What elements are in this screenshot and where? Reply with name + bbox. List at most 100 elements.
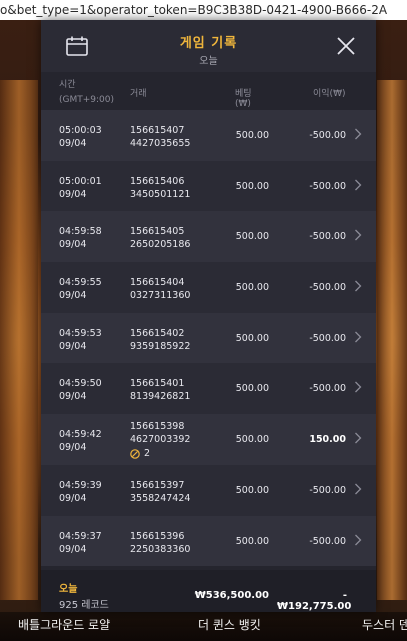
row-date-value: 09/04: [59, 442, 87, 454]
game-history-panel: 게임 기록 오늘 시간 (GMT+9:00) 거래 베팅(₩) 이익(₩) 05…: [41, 20, 376, 612]
table-row[interactable]: 04:59:42 09/04 156615398 4627003392 2 500.00 1…: [41, 414, 376, 465]
row-time-value: 04:59:50: [59, 378, 102, 390]
row-transaction: 156615405 2650205186: [130, 225, 190, 251]
game-title-right[interactable]: 두스터 덴: [362, 616, 407, 633]
row-transaction: 156615402 9359185922: [130, 327, 190, 353]
chevron-right-icon[interactable]: [354, 330, 362, 344]
row-profit: -500.00: [309, 383, 346, 395]
lobby-pillar-left: [0, 80, 38, 600]
table-header: 시간 (GMT+9:00) 거래 베팅(₩) 이익(₩): [41, 72, 376, 111]
row-transaction-id: 156615397: [130, 479, 185, 491]
chevron-right-icon[interactable]: [354, 533, 362, 547]
chevron-right-icon[interactable]: [354, 279, 362, 293]
row-round-id: 2250383360: [130, 543, 191, 555]
game-title-center[interactable]: 더 퀸스 뱅킷: [198, 616, 261, 633]
table-row[interactable]: 05:00:01 09/04 156615406 3450501121 500.00 -5…: [41, 160, 376, 212]
column-timezone-label: (GMT+9:00): [59, 95, 115, 105]
chevron-right-icon[interactable]: [354, 228, 362, 242]
row-round-id: 2650205186: [130, 239, 191, 251]
row-time: 04:59:53 09/04: [59, 327, 102, 353]
page-title: 게임 기록: [179, 36, 238, 51]
table-row[interactable]: 05:00:03 09/04 156615407 4427035655 500.00 -5…: [41, 110, 376, 161]
chevron-right-icon[interactable]: [354, 482, 362, 496]
table-row[interactable]: 04:59:55 09/04 156615404 0327311360 500.00 -5…: [41, 262, 376, 313]
total-profit: -₩192,775.00: [277, 590, 352, 612]
summary-period-label: 오늘: [59, 584, 78, 595]
table-row[interactable]: 04:59:53 09/04 156615402 9359185922 500.00 -5…: [41, 312, 376, 364]
chevron-right-icon[interactable]: [354, 127, 362, 141]
close-icon[interactable]: [335, 35, 357, 57]
row-time: 04:59:58 09/04: [59, 225, 102, 251]
row-round-id: 4627003392: [130, 434, 191, 446]
row-transaction-id: 156615404: [130, 277, 185, 289]
total-bet: ₩536,500.00: [194, 590, 269, 601]
row-profit: -500.00: [309, 130, 346, 141]
row-time: 04:59:50 09/04: [59, 377, 102, 403]
column-bet: 베팅(₩): [235, 89, 252, 109]
row-transaction: 156615406 3450501121: [130, 175, 190, 201]
column-time-label: 시간: [59, 80, 76, 90]
row-bet: 500.00: [235, 130, 269, 141]
row-transaction: 156615397 3558247424: [130, 479, 190, 505]
date-filter-label: 오늘: [199, 56, 218, 67]
row-time: 05:00:01 09/04: [59, 175, 102, 201]
row-transaction: 156615404 0327311360: [130, 276, 190, 302]
row-time: 04:59:39 09/04: [59, 479, 102, 505]
row-date-value: 09/04: [59, 391, 87, 403]
table-row[interactable]: 04:59:37 09/04 156615396 2250383360 500.00 -5…: [41, 515, 376, 567]
column-transaction: 거래: [130, 89, 147, 99]
free-spin-badge: 2: [130, 447, 190, 460]
row-time-value: 04:59:55: [59, 277, 102, 289]
row-date-value: 09/04: [59, 239, 87, 251]
row-date-value: 09/04: [59, 340, 87, 352]
free-spin-count: 2: [144, 448, 151, 460]
row-bet: 500.00: [235, 484, 269, 496]
row-transaction: 156615398 4627003392 2: [130, 420, 190, 460]
row-profit: -500.00: [309, 180, 346, 192]
row-profit: -500.00: [309, 332, 346, 344]
chevron-right-icon[interactable]: [354, 178, 362, 192]
table-row[interactable]: 04:59:39 09/04 156615397 3558247424 500.00 -5…: [41, 464, 376, 516]
row-profit: -500.00: [309, 282, 346, 294]
row-transaction-id: 156615401: [130, 378, 185, 390]
row-bet: 500.00: [235, 383, 269, 395]
row-transaction: 156615407 4427035655: [130, 124, 190, 150]
record-count: 925 레코드: [59, 600, 109, 611]
row-transaction-id: 156615398: [130, 421, 185, 433]
game-title-left[interactable]: 배틀그라운드 로얄: [18, 616, 110, 633]
row-time: 05:00:03 09/04: [59, 124, 102, 150]
table-row[interactable]: 04:59:58 09/04 156615405 2650205186 500.00 -5…: [41, 211, 376, 263]
row-bet: 500.00: [235, 535, 269, 547]
row-bet: 500.00: [235, 180, 269, 192]
column-profit: 이익(₩): [313, 89, 346, 99]
row-date-value: 09/04: [59, 188, 87, 200]
row-date-value: 09/04: [59, 290, 87, 302]
summary-footer: 오늘 925 레코드 ₩536,500.00 -₩192,775.00: [41, 570, 376, 612]
row-bet: 500.00: [235, 231, 269, 243]
row-transaction-id: 156615402: [130, 327, 185, 339]
row-bet: 500.00: [235, 332, 269, 344]
chevron-right-icon[interactable]: [354, 431, 362, 445]
row-round-id: 4427035655: [130, 138, 191, 149]
row-profit: -500.00: [309, 231, 346, 243]
chevron-right-icon[interactable]: [354, 380, 362, 394]
row-date-value: 09/04: [59, 138, 87, 149]
row-profit: -500.00: [309, 484, 346, 496]
spin-icon: [130, 448, 140, 459]
column-time: 시간 (GMT+9:00): [59, 78, 114, 108]
row-time: 04:59:55 09/04: [59, 276, 102, 302]
browser-url-bar[interactable]: o&bet_type=1&operator_token=B9C3B38D-042…: [0, 0, 407, 20]
row-date-value: 09/04: [59, 543, 87, 555]
row-transaction-id: 156615406: [130, 175, 185, 187]
row-time-value: 04:59:53: [59, 327, 102, 339]
row-time-value: 04:59:58: [59, 226, 102, 238]
table-row[interactable]: 04:59:50 09/04 156615401 8139426821 500.00 -5…: [41, 363, 376, 415]
row-transaction-id: 156615396: [130, 530, 185, 542]
history-list: 05:00:03 09/04 156615407 4427035655 500.00 -5…: [41, 110, 376, 567]
row-round-id: 8139426821: [130, 391, 191, 403]
row-time: 04:59:37 09/04: [59, 530, 102, 556]
panel-header: 게임 기록 오늘: [41, 20, 376, 72]
row-round-id: 9359185922: [130, 340, 191, 352]
row-transaction: 156615401 8139426821: [130, 377, 190, 403]
row-round-id: 3450501121: [130, 188, 191, 200]
